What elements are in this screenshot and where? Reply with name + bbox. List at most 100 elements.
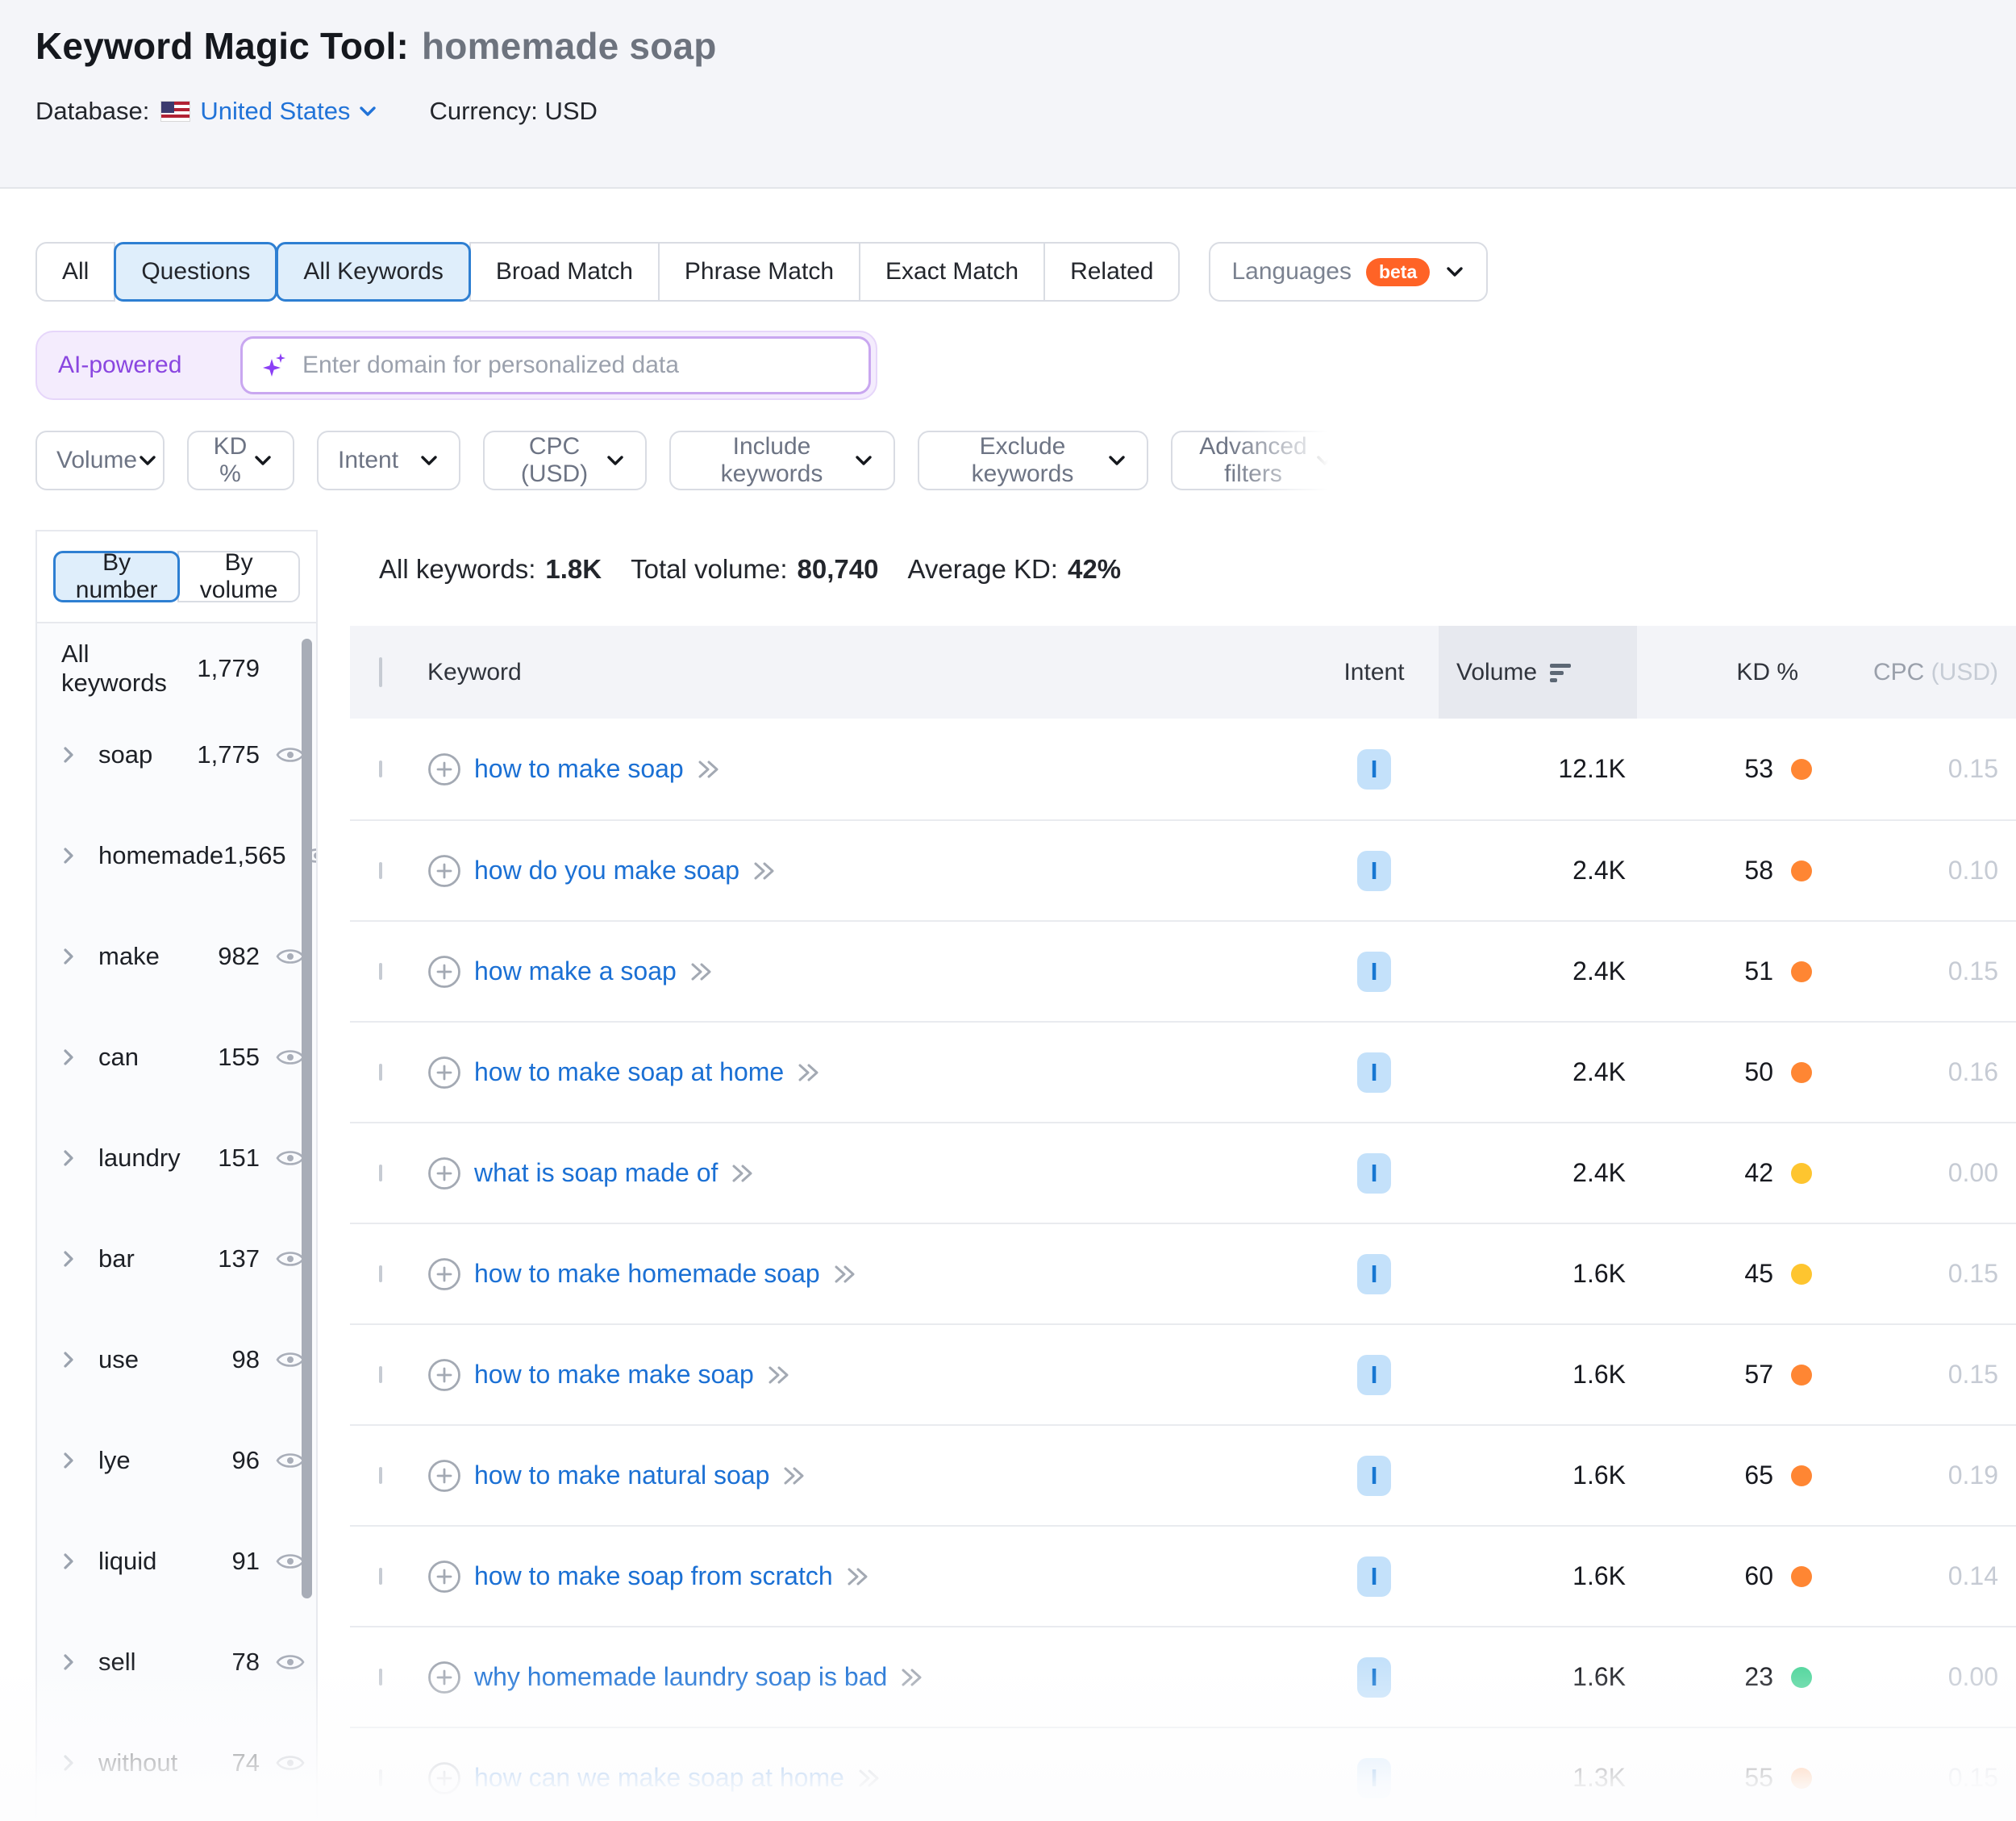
- sidebar-keyword-group[interactable]: without 74: [37, 1712, 316, 1813]
- sidebar-keyword-group[interactable]: use 98: [37, 1309, 316, 1410]
- eye-icon[interactable]: [276, 946, 305, 967]
- match-type-tab[interactable]: All: [35, 242, 116, 302]
- row-checkbox[interactable]: [379, 1769, 382, 1786]
- all-keywords-group[interactable]: All keywords 1,779: [37, 633, 316, 704]
- eye-icon[interactable]: [276, 1752, 305, 1773]
- sidebar-keyword-group[interactable]: bar 137: [37, 1208, 316, 1309]
- languages-dropdown[interactable]: Languages beta: [1209, 242, 1489, 302]
- sidebar-keyword-group[interactable]: can 155: [37, 1006, 316, 1107]
- eye-icon[interactable]: [276, 1047, 305, 1068]
- double-chevron-right-icon[interactable]: [689, 961, 714, 982]
- intent-badge[interactable]: I: [1357, 1757, 1391, 1798]
- keyword-link[interactable]: how to make homemade soap: [474, 1259, 820, 1289]
- double-chevron-right-icon[interactable]: [767, 1365, 791, 1386]
- eye-icon[interactable]: [276, 744, 305, 765]
- sidebar-scrollbar[interactable]: [302, 639, 312, 1598]
- add-to-list-icon[interactable]: [427, 1257, 461, 1291]
- chevron-down-icon[interactable]: [358, 102, 377, 121]
- intent-badge[interactable]: I: [1357, 1354, 1391, 1395]
- keyword-link[interactable]: how to make soap: [474, 754, 684, 784]
- keyword-link[interactable]: how to make soap at home: [474, 1057, 784, 1087]
- add-to-list-icon[interactable]: [427, 1358, 461, 1392]
- sort-by-number-tab[interactable]: By number: [53, 549, 181, 603]
- row-checkbox[interactable]: [379, 760, 382, 777]
- add-to-list-icon[interactable]: [427, 752, 461, 786]
- match-type-tab[interactable]: Phrase Match: [657, 242, 861, 302]
- filter-dropdown[interactable]: Advanced filters: [1171, 426, 1368, 495]
- keyword-link[interactable]: how to make make soap: [474, 1360, 754, 1390]
- keyword-link[interactable]: how do you make soap: [474, 856, 739, 885]
- add-to-list-icon[interactable]: [427, 955, 461, 989]
- domain-input[interactable]: Enter domain for personalized data: [240, 336, 871, 394]
- add-to-list-icon[interactable]: [427, 1560, 461, 1594]
- sidebar-keyword-group[interactable]: liquid 91: [37, 1511, 316, 1611]
- keyword-link[interactable]: how to make natural soap: [474, 1461, 769, 1490]
- double-chevron-right-icon[interactable]: [697, 759, 721, 780]
- intent-badge[interactable]: I: [1357, 748, 1391, 790]
- sidebar-keyword-group[interactable]: make 982: [37, 906, 316, 1006]
- double-chevron-right-icon[interactable]: [752, 860, 777, 881]
- intent-badge[interactable]: I: [1357, 1656, 1391, 1698]
- add-to-list-icon[interactable]: [427, 1459, 461, 1493]
- eye-icon[interactable]: [276, 1248, 305, 1269]
- sidebar-keyword-group[interactable]: laundry 151: [37, 1107, 316, 1208]
- filter-dropdown[interactable]: Intent: [317, 431, 460, 490]
- row-checkbox[interactable]: [379, 962, 382, 980]
- intent-badge[interactable]: I: [1357, 1152, 1391, 1194]
- double-chevron-right-icon[interactable]: [731, 1163, 755, 1184]
- match-type-tab[interactable]: Broad Match: [469, 242, 660, 302]
- filter-dropdown[interactable]: Include keywords: [669, 431, 895, 490]
- row-checkbox[interactable]: [379, 1365, 382, 1383]
- add-to-list-icon[interactable]: [427, 1056, 461, 1090]
- row-checkbox[interactable]: [379, 1668, 382, 1686]
- eye-icon[interactable]: [276, 1652, 305, 1673]
- row-checkbox[interactable]: [379, 1063, 382, 1081]
- keyword-link[interactable]: what is soap made of: [474, 1158, 718, 1188]
- sidebar-keyword-group[interactable]: homemade 1,565: [37, 805, 316, 906]
- eye-icon[interactable]: [276, 1349, 305, 1370]
- filter-dropdown[interactable]: CPC (USD): [483, 431, 647, 490]
- double-chevron-right-icon[interactable]: [857, 1768, 881, 1789]
- intent-badge[interactable]: I: [1357, 951, 1391, 992]
- intent-badge[interactable]: I: [1357, 1253, 1391, 1294]
- add-to-list-icon[interactable]: [427, 854, 461, 888]
- sort-by-volume-tab[interactable]: By volume: [177, 549, 300, 603]
- eye-icon[interactable]: [276, 1450, 305, 1471]
- filter-dropdown[interactable]: Exclude keywords: [918, 431, 1148, 490]
- double-chevron-right-icon[interactable]: [846, 1566, 870, 1587]
- intent-badge[interactable]: I: [1357, 850, 1391, 891]
- double-chevron-right-icon[interactable]: [833, 1264, 857, 1285]
- filter-dropdown[interactable]: KD %: [187, 431, 294, 490]
- intent-badge[interactable]: I: [1357, 1556, 1391, 1597]
- sidebar-keyword-group[interactable]: sell 78: [37, 1611, 316, 1712]
- add-to-list-icon[interactable]: [427, 1661, 461, 1694]
- column-header-cpc[interactable]: CPC (USD): [1818, 659, 2016, 686]
- column-header-volume[interactable]: Volume: [1439, 626, 1637, 719]
- row-checkbox[interactable]: [379, 861, 382, 879]
- column-header-kd[interactable]: KD %: [1637, 659, 1818, 686]
- keyword-link[interactable]: how can we make soap at home: [474, 1763, 844, 1793]
- add-to-list-icon[interactable]: [427, 1761, 461, 1795]
- eye-icon[interactable]: [276, 1551, 305, 1572]
- keyword-link[interactable]: why homemade laundry soap is bad: [474, 1662, 887, 1692]
- keyword-link[interactable]: how to make soap from scratch: [474, 1561, 833, 1591]
- match-type-tab[interactable]: Related: [1043, 242, 1181, 302]
- database-selector[interactable]: United States: [200, 97, 350, 126]
- filter-dropdown[interactable]: Volume: [35, 431, 165, 490]
- select-all-checkbox[interactable]: [379, 656, 382, 687]
- column-header-intent[interactable]: Intent: [1310, 659, 1439, 686]
- match-type-tab[interactable]: All Keywords: [276, 242, 471, 302]
- row-checkbox[interactable]: [379, 1164, 382, 1181]
- eye-icon[interactable]: [276, 1148, 305, 1169]
- column-header-keyword[interactable]: Keyword: [427, 659, 1310, 686]
- sidebar-keyword-group[interactable]: lye 96: [37, 1410, 316, 1511]
- intent-badge[interactable]: I: [1357, 1052, 1391, 1093]
- match-type-tab[interactable]: Exact Match: [859, 242, 1046, 302]
- row-checkbox[interactable]: [379, 1265, 382, 1282]
- intent-badge[interactable]: I: [1357, 1455, 1391, 1496]
- match-type-tab[interactable]: Questions: [114, 242, 278, 302]
- row-checkbox[interactable]: [379, 1466, 382, 1484]
- sidebar-keyword-group[interactable]: soap 1,775: [37, 704, 316, 805]
- row-checkbox[interactable]: [379, 1567, 382, 1585]
- double-chevron-right-icon[interactable]: [782, 1465, 806, 1486]
